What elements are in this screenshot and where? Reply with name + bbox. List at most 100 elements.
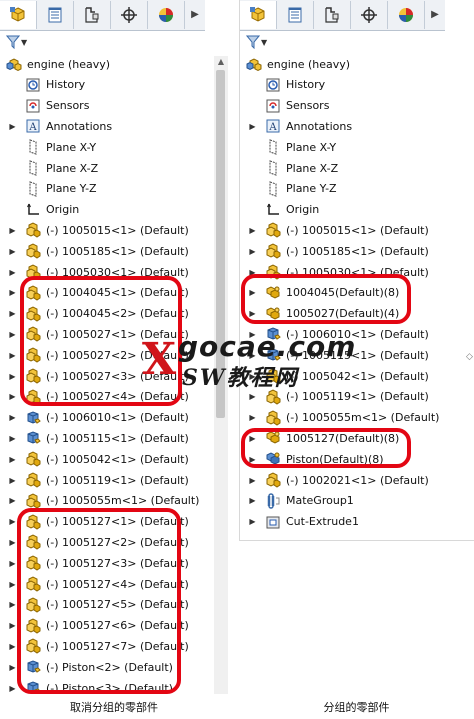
tree-item[interactable]: ▶ (-) 1006010<1> (Default) [248,324,429,344]
pane-splitter-handle-icon[interactable]: ◇ [466,352,473,362]
expand-arrow-icon[interactable]: ▶ [8,538,17,547]
expand-arrow-icon[interactable]: ▶ [8,496,17,505]
expand-arrow-icon[interactable]: ▶ [8,372,17,381]
tab-display-manager[interactable] [148,1,185,29]
expand-arrow-icon[interactable]: ▶ [248,268,257,277]
tree-item[interactable]: ▶ (-) 1005127<4> (Default) [8,574,189,594]
filter-button[interactable]: ▼ [6,34,34,50]
tree-item[interactable]: ▶ (-) 1005027<1> (Default) [8,324,189,344]
expand-arrow-icon[interactable]: ▶ [248,226,257,235]
tree-item[interactable]: ▶ (-) 1005027<3> (Default) [8,366,189,386]
tree-item[interactable]: ▶ (-) 1005115<1> (Default) [8,428,189,448]
expand-arrow-icon[interactable]: ▶ [8,600,17,609]
expand-arrow-icon[interactable]: ▶ [8,392,17,401]
expand-arrow-icon[interactable]: ▶ [8,476,17,485]
tree-item[interactable]: ▶ (-) 1005055m<1> (Default) [248,408,439,428]
tree-item[interactable]: ▶ MateGroup1 [248,491,354,511]
tab-dimxpert-manager[interactable] [351,1,388,29]
tree-item[interactable]: Origin [248,200,319,220]
tree-item[interactable]: ▶ (-) 1005185<1> (Default) [248,241,429,261]
expand-arrow-icon[interactable]: ▶ [248,288,257,297]
tab-property-manager[interactable] [37,1,74,29]
tree-item[interactable]: ▶ 1004045(Default)(8) [248,283,399,303]
tree-item[interactable]: Plane X-Z [248,158,338,178]
tree-item[interactable]: ▶ A Annotations [248,116,352,136]
expand-arrow-icon[interactable]: ▶ [8,517,17,526]
tree-item[interactable]: ▶ A Annotations [8,116,112,136]
expand-arrow-icon[interactable]: ▶ [248,122,257,131]
expand-arrow-icon[interactable]: ▶ [248,517,257,526]
expand-arrow-icon[interactable]: ▶ [8,621,17,630]
tab-feature-manager[interactable] [0,1,37,29]
expand-arrow-icon[interactable]: ▶ [8,684,17,693]
tab-feature-manager[interactable] [240,1,277,29]
tree-item[interactable]: ▶ (-) 1005015<1> (Default) [8,220,189,240]
tree-item[interactable]: ▶ (-) 1005127<2> (Default) [8,532,189,552]
tree-item[interactable]: ▶ (-) 1005185<1> (Default) [8,241,189,261]
tree-item[interactable]: Plane X-Y [8,137,96,157]
tree-item[interactable]: ▶ (-) 1005127<6> (Default) [8,616,189,636]
tab-configuration-manager[interactable] [314,1,351,29]
tree-item[interactable]: ▶ (-) 1005127<5> (Default) [8,595,189,615]
expand-arrow-icon[interactable]: ▶ [8,642,17,651]
tree-item[interactable]: ▶ Piston(Default)(8) [248,449,384,469]
expand-arrow-icon[interactable]: ▶ [248,476,257,485]
expand-arrow-icon[interactable]: ▶ [248,372,257,381]
tree-item[interactable]: ▶ (-) 1005030<1> (Default) [248,262,429,282]
tree-item[interactable]: ▶ (-) 1005042<1> (Default) [248,366,429,386]
tree-item[interactable]: Plane X-Z [8,158,98,178]
expand-arrow-icon[interactable]: ▶ [8,663,17,672]
tab-display-manager[interactable] [388,1,425,29]
expand-arrow-icon[interactable]: ▶ [8,580,17,589]
tree-root-assembly[interactable]: engine (heavy) [246,54,350,74]
expand-arrow-icon[interactable]: ▶ [8,247,17,256]
tree-item[interactable]: Origin [8,200,79,220]
tree-item[interactable]: ▶ 1005027(Default)(4) [248,304,399,324]
tree-item[interactable]: ▶ (-) 1005055m<1> (Default) [8,491,199,511]
tree-item[interactable]: History [248,75,325,95]
expand-arrow-icon[interactable]: ▶ [8,351,17,360]
tree-item[interactable]: ▶ (-) 1002021<1> (Default) [248,470,429,490]
expand-arrow-icon[interactable]: ▶ [248,455,257,464]
tree-item[interactable]: ▶ (-) 1005127<7> (Default) [8,636,189,656]
tree-item[interactable]: History [8,75,85,95]
expand-arrow-icon[interactable]: ▶ [8,288,17,297]
tree-item[interactable]: Plane Y-Z [8,179,97,199]
tree-item[interactable]: ▶ (-) 1004045<1> (Default) [8,283,189,303]
tree-item[interactable]: Sensors [8,96,89,116]
tree-item[interactable]: ▶ (-) 1005030<1> (Default) [8,262,189,282]
tree-item[interactable]: Sensors [248,96,329,116]
tree-item[interactable]: ▶ (-) 1005119<1> (Default) [248,387,429,407]
tree-item[interactable]: ▶ (-) Piston<2> (Default) [8,657,173,677]
tree-item[interactable]: Plane Y-Z [248,179,337,199]
expand-arrow-icon[interactable]: ▶ [8,434,17,443]
tree-item[interactable]: ▶ (-) 1005027<2> (Default) [8,345,189,365]
expand-arrow-icon[interactable]: ▶ [8,268,17,277]
tree-root-assembly[interactable]: engine (heavy) [6,54,110,74]
tree-item[interactable]: ▶ (-) 1005027<4> (Default) [8,387,189,407]
tree-item[interactable]: ▶ (-) 1005115<1> (Default) [248,345,429,365]
expand-arrow-icon[interactable]: ▶ [248,247,257,256]
expand-arrow-icon[interactable]: ▶ [8,455,17,464]
scroll-up-arrow-icon[interactable]: ▲ [214,56,228,68]
scrollbar-thumb[interactable] [216,70,225,418]
expand-arrow-icon[interactable]: ▶ [8,122,17,131]
tab-overflow-button[interactable]: ▶ [185,0,205,28]
expand-arrow-icon[interactable]: ▶ [248,351,257,360]
tree-item[interactable]: ▶ (-) 1005127<3> (Default) [8,553,189,573]
expand-arrow-icon[interactable]: ▶ [248,392,257,401]
expand-arrow-icon[interactable]: ▶ [248,330,257,339]
filter-button[interactable]: ▼ [246,34,274,50]
tree-item[interactable]: ▶ (-) 1005042<1> (Default) [8,449,189,469]
vertical-scrollbar[interactable]: ▲ [214,56,228,694]
tree-item[interactable]: ▶ (-) Piston<3> (Default) [8,678,173,694]
tab-overflow-button[interactable]: ▶ [425,0,445,28]
tree-item[interactable]: ▶ (-) 1004045<2> (Default) [8,304,189,324]
tree-item[interactable]: ▶ (-) 1005119<1> (Default) [8,470,189,490]
tab-property-manager[interactable] [277,1,314,29]
expand-arrow-icon[interactable]: ▶ [248,413,257,422]
tab-dimxpert-manager[interactable] [111,1,148,29]
tree-item[interactable]: ▶ (-) 1005127<1> (Default) [8,512,189,532]
tree-item[interactable]: ▶ (-) 1006010<1> (Default) [8,408,189,428]
expand-arrow-icon[interactable]: ▶ [248,434,257,443]
